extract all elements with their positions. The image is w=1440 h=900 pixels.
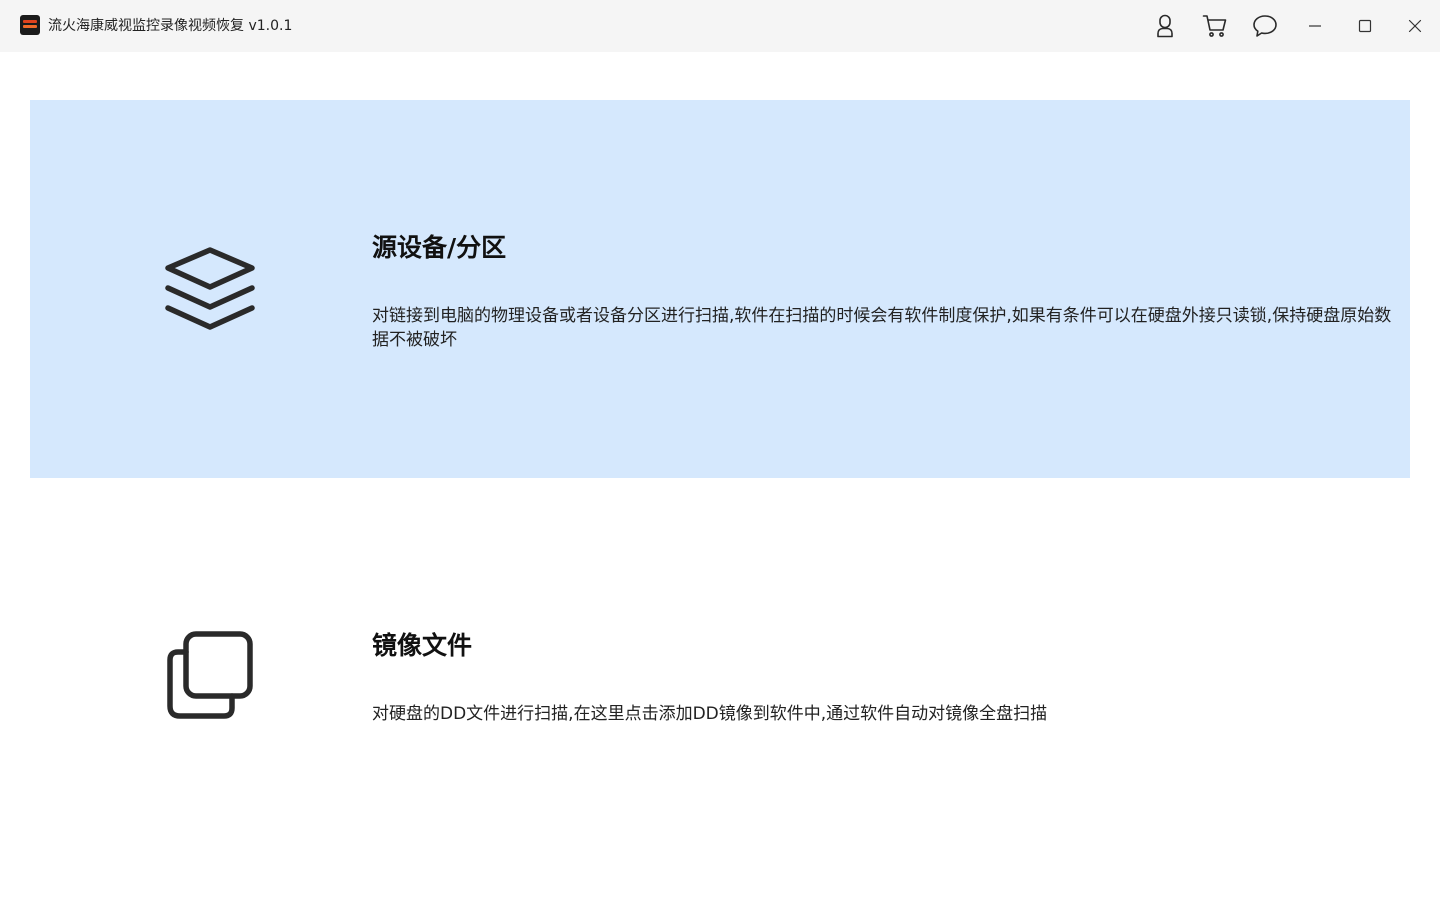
app-title: 流火海康威视监控录像视频恢复 v1.0.1 [48, 18, 293, 34]
layers-icon [162, 242, 258, 338]
copy-icon [162, 628, 258, 724]
title-bar: 流火海康威视监控录像视频恢复 v1.0.1 [0, 0, 1440, 52]
maximize-icon[interactable] [1350, 11, 1380, 41]
option-title: 源设备/分区 [372, 233, 507, 262]
option-image-file[interactable]: 镜像文件 对硬盘的DD文件进行扫描,在这里点击添加DD镜像到软件中,通过软件自动… [30, 480, 1410, 858]
close-icon[interactable] [1400, 11, 1430, 41]
option-title: 镜像文件 [372, 631, 473, 660]
option-description: 对硬盘的DD文件进行扫描,在这里点击添加DD镜像到软件中,通过软件自动对镜像全盘… [372, 704, 1048, 724]
app-logo-icon [20, 15, 40, 35]
cart-icon[interactable] [1200, 11, 1230, 41]
option-description: 对链接到电脑的物理设备或者设备分区进行扫描,软件在扫描的时候会有软件制度保护,如… [372, 306, 1392, 350]
minimize-icon[interactable] [1300, 11, 1330, 41]
user-icon[interactable] [1150, 11, 1180, 41]
chat-bubble-icon[interactable] [1250, 11, 1280, 41]
option-source-device[interactable]: 源设备/分区 对链接到电脑的物理设备或者设备分区进行扫描,软件在扫描的时候会有软… [30, 100, 1410, 478]
